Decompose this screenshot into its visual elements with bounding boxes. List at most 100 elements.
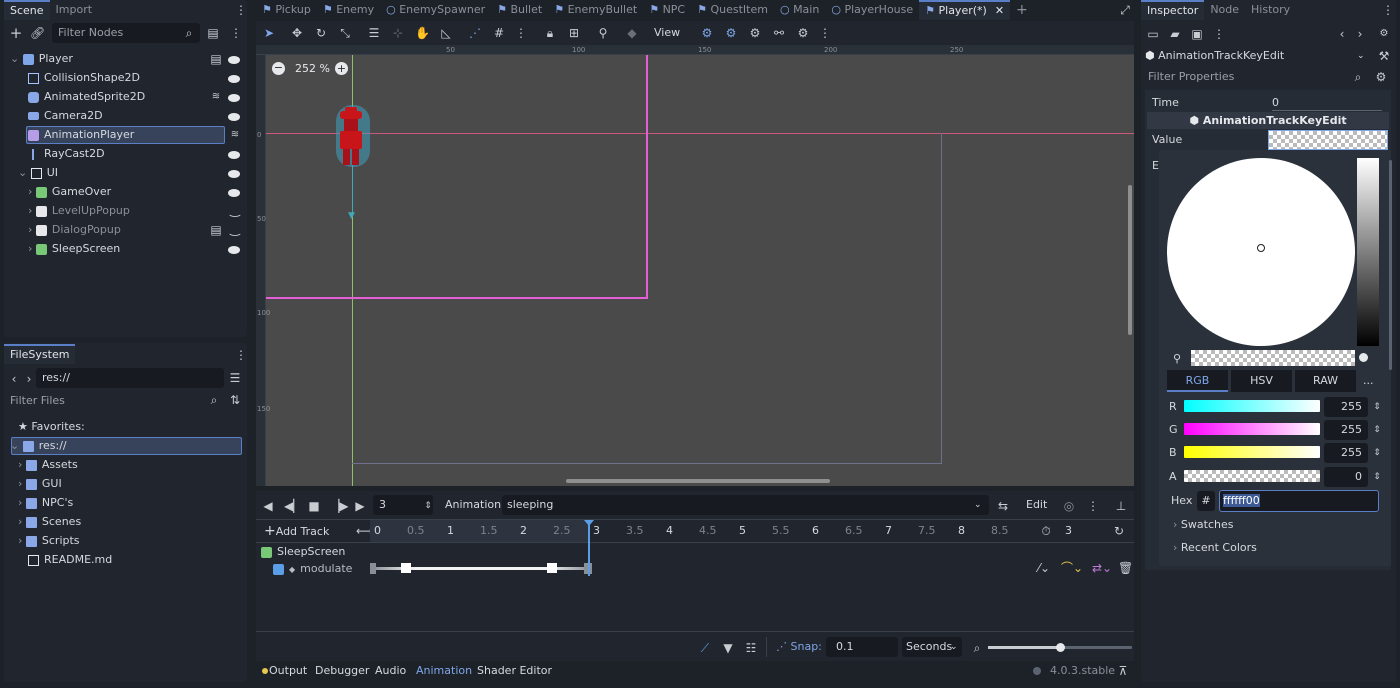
property-options-icon[interactable]: ⚙	[1374, 70, 1388, 84]
zoom-in-icon[interactable]: +	[335, 62, 348, 75]
tree-item-ui[interactable]: ⌄ UI	[18, 163, 58, 182]
favorites-item[interactable]: ★ Favorites:	[18, 417, 85, 436]
visibility-eye-icon[interactable]	[228, 94, 240, 102]
tab-npc[interactable]: ⚑ NPC	[643, 0, 691, 20]
tab-import[interactable]: Import	[50, 0, 99, 20]
tab-pickup[interactable]: ⚑ Pickup	[256, 0, 317, 20]
timeline-zoom-slider[interactable]	[988, 643, 1132, 652]
tab-filesystem[interactable]: FileSystem	[4, 344, 76, 364]
tab-animation[interactable]: Animation	[416, 661, 472, 681]
folder-scripts[interactable]: › Scripts	[18, 531, 80, 550]
channel-r-input[interactable]: 255	[1324, 397, 1368, 417]
spin-arrows-icon[interactable]: ⇕	[1370, 400, 1384, 414]
key-options-icon[interactable]: ⋮	[818, 26, 832, 40]
tree-item-animation-player[interactable]: AnimationPlayer	[28, 125, 134, 144]
scale-tool-icon[interactable]: ⤡	[338, 26, 352, 40]
lock-icon[interactable]: 🔒︎	[543, 26, 557, 40]
camera-override-icon[interactable]: ◆	[625, 26, 639, 40]
channel-g-input[interactable]: 255	[1324, 420, 1368, 440]
swatches-section[interactable]: › Swatches	[1173, 516, 1233, 534]
history-back-icon[interactable]: ‹	[1335, 27, 1349, 41]
channel-g-slider[interactable]	[1184, 423, 1320, 435]
new-resource-icon[interactable]: ▭	[1146, 27, 1160, 41]
signal-icon[interactable]: ≋	[228, 128, 242, 142]
tab-output[interactable]: Output	[269, 661, 307, 681]
track-list-icon[interactable]: ☷	[744, 641, 758, 655]
filter-icon[interactable]: ▼	[721, 641, 735, 655]
file-readme[interactable]: README.md	[28, 550, 112, 569]
animation-select[interactable]: sleeping ⌄	[502, 495, 989, 515]
play-backwards-from-end-icon[interactable]: ◀▏	[284, 499, 302, 513]
keyframe-rotation-icon[interactable]: ⚙	[724, 26, 738, 40]
visibility-eye-icon[interactable]	[228, 56, 240, 64]
eyedropper-icon[interactable]: ⚲	[1173, 352, 1181, 365]
animation-length-input[interactable]: 3	[1065, 520, 1072, 542]
pan-tool-icon[interactable]: ✋	[415, 26, 430, 40]
grid-snap-icon[interactable]: #	[492, 26, 506, 40]
folder-scenes[interactable]: › Scenes	[18, 512, 81, 531]
easing-icon[interactable]: ⌒⌄	[1060, 561, 1084, 575]
track-node-row[interactable]: SleepScreen	[261, 543, 345, 561]
loop-icon[interactable]: ↻	[1112, 524, 1126, 538]
value-slider[interactable]	[1357, 158, 1379, 346]
tab-enemyspawner[interactable]: ○ EnemySpawner	[380, 0, 491, 20]
pivot-icon[interactable]: ⊹	[391, 26, 405, 40]
slider-grabber[interactable]	[1056, 643, 1065, 652]
zoom-out-icon[interactable]: −	[272, 62, 285, 75]
tab-node[interactable]: Node	[1204, 0, 1245, 20]
tab-hsv[interactable]: HSV	[1231, 370, 1292, 392]
dock-menu-icon[interactable]: ⋮	[234, 3, 248, 17]
filter-properties-input[interactable]: Filter Properties	[1148, 67, 1234, 86]
tab-enemybullet[interactable]: ⚑ EnemyBullet	[548, 0, 643, 20]
dock-menu-icon[interactable]: ⋮	[1381, 3, 1395, 17]
channel-b-input[interactable]: 255	[1324, 443, 1368, 463]
tab-history[interactable]: History	[1245, 0, 1296, 20]
select-tool-icon[interactable]: ➤	[262, 26, 276, 40]
interpolation-linear-icon[interactable]: ⁄⌄	[1032, 561, 1056, 575]
folder-gui[interactable]: › GUI	[18, 474, 62, 493]
track-enabled-checkbox[interactable]	[273, 563, 284, 575]
dock-options-icon[interactable]: ⋮	[229, 26, 243, 40]
history-forward-icon[interactable]: ›	[1353, 27, 1367, 41]
auto-key-icon[interactable]: ⚯	[772, 26, 786, 40]
tab-debugger[interactable]: Debugger	[315, 661, 369, 681]
filter-files-input[interactable]: Filter Files	[10, 391, 65, 410]
signal-icon[interactable]: ≋	[209, 90, 223, 104]
tab-playerhouse[interactable]: ○ PlayerHouse	[825, 0, 919, 20]
color-wheel[interactable]	[1167, 158, 1355, 346]
autoplay-icon[interactable]: ⇆	[996, 499, 1010, 513]
spin-arrows-icon[interactable]: ⇕	[1370, 446, 1384, 460]
loop-wrap-icon[interactable]: ⇄⌄	[1090, 561, 1114, 575]
timeline-ruler[interactable]: 0 0.5 1 1.5 2 2.5 3 3.5 4 4.5 5 5.5 6 6.…	[370, 520, 1032, 542]
tree-item-gameover[interactable]: › GameOver	[28, 182, 111, 201]
tree-item-collision[interactable]: CollisionShape2D	[28, 68, 140, 87]
distraction-free-icon[interactable]: ⤢	[1118, 3, 1132, 17]
tab-audio[interactable]: Audio	[375, 661, 406, 681]
tree-item-camera[interactable]: Camera2D	[28, 106, 103, 125]
filter-nodes-input[interactable]: Filter Nodes	[52, 23, 200, 43]
snap-value-input[interactable]: 0.1	[826, 637, 898, 657]
value-color-swatch[interactable]	[1268, 130, 1388, 150]
hex-input[interactable]: ffffff00	[1219, 490, 1379, 512]
visibility-eye-icon[interactable]	[228, 75, 240, 83]
move-tool-icon[interactable]: ✥	[290, 26, 304, 40]
tab-scene[interactable]: Scene	[4, 0, 50, 20]
edit-menu-button[interactable]: Edit	[1026, 491, 1047, 519]
visibility-eye-icon[interactable]	[228, 170, 240, 178]
folder-npcs[interactable]: › NPC's	[18, 493, 73, 512]
path-input[interactable]: res://	[36, 368, 224, 388]
close-tab-icon[interactable]: ✕	[995, 4, 1004, 17]
snap-unit-select[interactable]: Seconds ⌄	[902, 637, 962, 657]
visibility-eye-icon[interactable]	[228, 151, 240, 159]
rotate-tool-icon[interactable]: ↻	[314, 26, 328, 40]
object-selector[interactable]: ⬢ AnimationTrackKeyEdit ⌄	[1145, 46, 1370, 66]
stop-icon[interactable]: ■	[307, 499, 321, 513]
view-menu[interactable]: View	[654, 21, 680, 45]
vertical-scrollbar[interactable]	[1128, 185, 1132, 335]
visibility-eye-icon[interactable]	[228, 189, 240, 197]
tree-item-animated-sprite[interactable]: AnimatedSprite2D	[28, 87, 145, 106]
bezier-icon[interactable]: ⟋	[698, 641, 712, 655]
keyframe-location-icon[interactable]: ⚙	[700, 26, 714, 40]
channel-b-slider[interactable]	[1184, 446, 1320, 458]
zoom-level[interactable]: 252 %	[295, 62, 330, 76]
